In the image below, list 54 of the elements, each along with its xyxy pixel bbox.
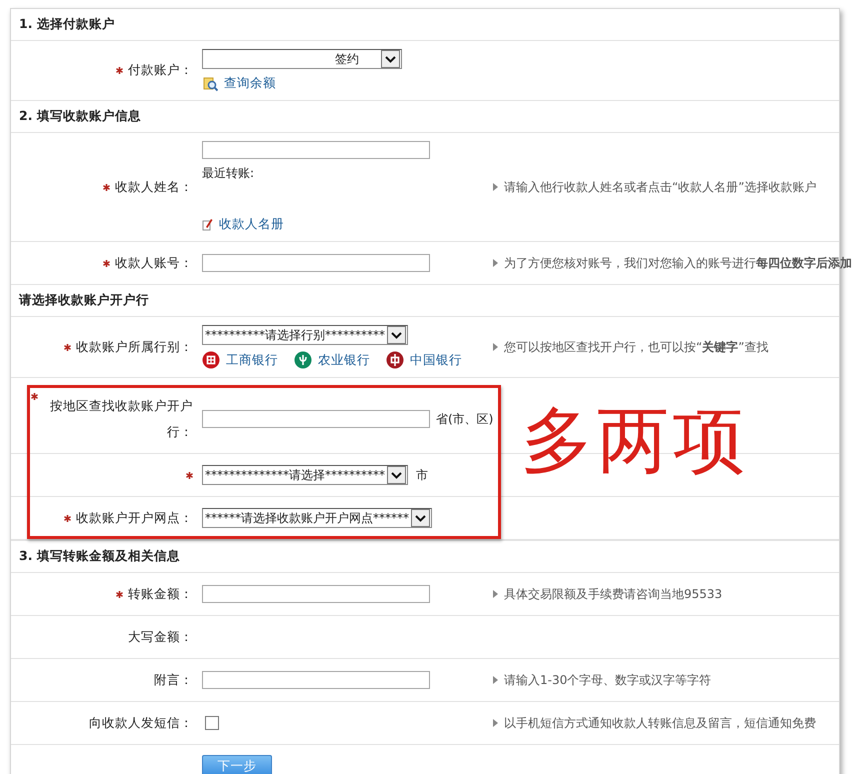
triangle-icon <box>493 259 498 267</box>
field-label: 转账金额： <box>128 586 193 602</box>
triangle-icon <box>493 676 498 684</box>
bank-link[interactable]: 中国银行 <box>386 351 462 369</box>
hint-text: 具体交易限额及手续费请咨询当地95533 <box>504 586 722 602</box>
dropdown-field[interactable]: **********请选择行别********** <box>202 325 408 345</box>
field-label: 收款人账号： <box>115 254 193 272</box>
input-field[interactable] <box>202 671 430 689</box>
input-field[interactable] <box>202 141 430 159</box>
input-field[interactable] <box>202 410 430 428</box>
field-label: 大写金额： <box>128 628 193 646</box>
field-label: 收款人姓名： <box>115 178 193 196</box>
link[interactable]: 查询余额 <box>202 75 276 92</box>
bank-link[interactable]: 工商银行 <box>202 351 278 369</box>
field-label: 收款账户开户网点： <box>76 510 193 526</box>
chevron-down-icon <box>387 466 406 484</box>
input-field[interactable] <box>202 585 430 603</box>
field-label: 按地区查找收款账户开户行： <box>49 397 193 441</box>
checkbox[interactable] <box>205 716 219 730</box>
field-label: 附言： <box>154 672 193 688</box>
hint-text: 以手机短信方式通知收款人转账信息及留言，短信通知免费 <box>504 714 816 732</box>
recent-transfers-label: 最近转账: <box>202 165 254 182</box>
field-label: 付款账户： <box>128 62 193 79</box>
link[interactable]: 收款人名册 <box>202 216 284 233</box>
bank-logo-icon <box>294 351 312 369</box>
handwritten-note: 多两项 <box>521 397 749 484</box>
bank-link[interactable]: 农业银行 <box>294 351 370 369</box>
field-label: 向收款人发短信： <box>89 714 193 732</box>
triangle-icon <box>493 719 498 727</box>
hint-text: 为了方便您核对账号，我们对您输入的账号进行每四位数字后添加 <box>504 254 852 272</box>
dropdown-field[interactable]: ******请选择收款账户开户网点****** <box>202 508 432 528</box>
triangle-icon <box>493 590 498 598</box>
field-label: 收款账户所属行别： <box>76 338 193 356</box>
chevron-down-icon <box>381 50 400 68</box>
dropdown-field[interactable]: **************请选择********** <box>202 465 408 485</box>
input-field[interactable] <box>202 254 430 272</box>
triangle-icon <box>493 343 498 351</box>
hint-text: 您可以按地区查找开户行，也可以按“关键字”查找 <box>504 338 768 356</box>
pencil-icon <box>202 218 213 231</box>
dropdown-field[interactable]: 签约 <box>202 49 402 69</box>
triangle-icon <box>493 183 498 191</box>
unit-label: 市 <box>416 466 428 484</box>
chevron-down-icon <box>411 509 430 527</box>
unit-label: 省(市、区) <box>436 410 494 428</box>
section-title: 1. 选择付款账户 <box>11 9 839 41</box>
bank-logo-icon <box>202 351 220 369</box>
section-title: 请选择收款账户开户行 <box>11 285 839 317</box>
search-icon <box>202 76 218 92</box>
chevron-down-icon <box>387 326 406 344</box>
section-title: 2. 填写收款账户信息 <box>11 101 839 133</box>
bank-logo-icon <box>386 351 404 369</box>
section-title: 3. 填写转账金额及相关信息 <box>11 541 839 573</box>
hint-text: 请输入1-30个字母、数字或汉字等字符 <box>504 672 712 688</box>
hint-text: 请输入他行收款人姓名或者点击“收款人名册”选择收款账户 <box>504 178 816 196</box>
